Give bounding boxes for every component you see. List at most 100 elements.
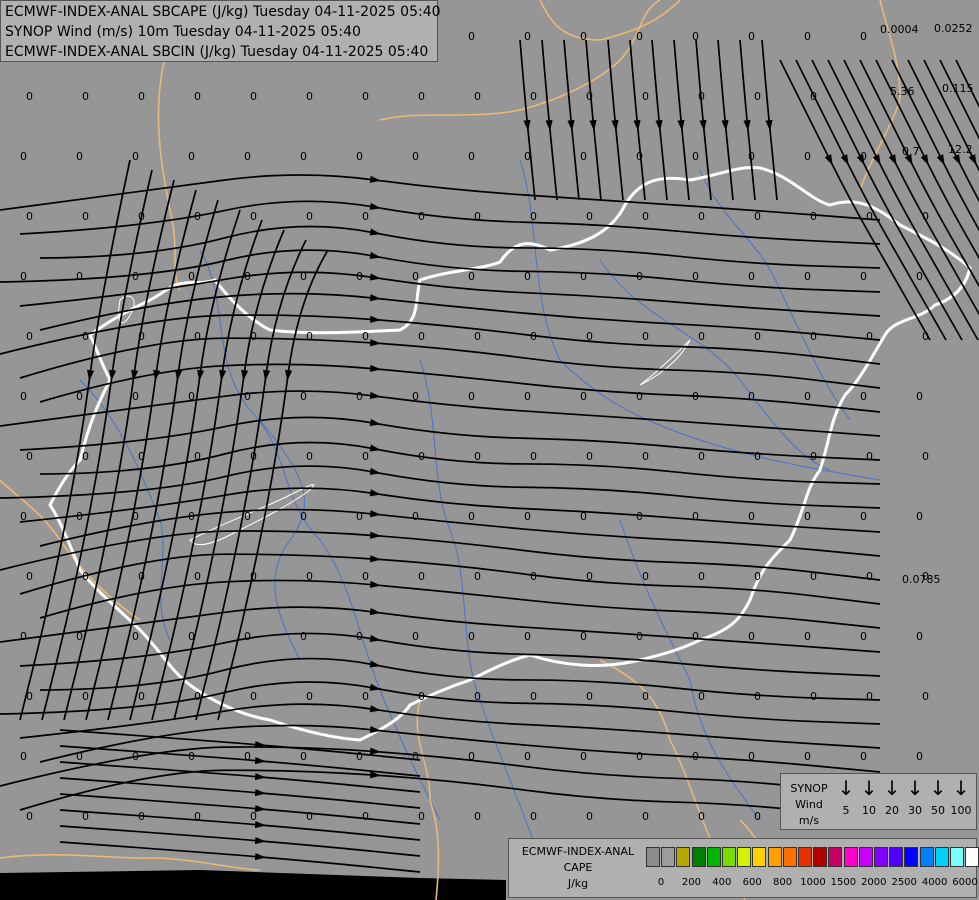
station-value-label: 0 [692,630,699,643]
station-value-label: 0 [692,30,699,43]
station-value-label: 0 [244,150,251,163]
station-value-label: 0 [698,90,705,103]
station-value-label: 0 [748,150,755,163]
station-value-label: 0 [810,450,817,463]
station-value-label: 0 [642,810,649,823]
station-value-label: 0 [810,570,817,583]
station-value-label: 0 [922,210,929,223]
station-value-label: 0 [866,330,873,343]
station-value-label: 0 [244,750,251,763]
station-value-label: 0 [138,690,145,703]
station-value-label: 0 [642,210,649,223]
station-value-label: 0 [642,570,649,583]
station-value-label: 0 [530,810,537,823]
station-value-label: 0 [580,750,587,763]
synop-wind-legend: SYNOP Wind m/s ↓ ↓ ↓ ↓ ↓ ↓ 5 10 20 30 50… [780,773,977,830]
station-value-label: 0 [698,210,705,223]
station-value-label: 0 [860,30,867,43]
station-value-label: 0 [356,750,363,763]
cape-color-swatch [919,847,934,867]
station-value-label: 0 [580,630,587,643]
station-value-label: 0 [300,510,307,523]
station-value-label: 0 [474,90,481,103]
station-value-label: 0 [748,30,755,43]
cape-color-swatch [737,847,752,867]
station-value-label: 0 [138,210,145,223]
station-value-label: 0 [754,570,761,583]
station-value-label: 0 [306,690,313,703]
station-value-label: 0 [692,390,699,403]
station-value-label: 0 [636,390,643,403]
station-value-label: 0 [530,450,537,463]
station-value-label: 0 [642,690,649,703]
station-value-label: 0 [524,390,531,403]
station-value-label: 0 [810,690,817,703]
wind-arrow-icon: ↓ [860,776,878,800]
wind-speed-label: 100 [950,804,972,817]
station-value-label: 0 [468,630,475,643]
wind-speed-label: 10 [862,804,876,817]
station-value-label: 0 [530,690,537,703]
station-value-label: 0 [306,570,313,583]
station-value-label: 0 [810,210,817,223]
station-value-label: 0 [916,270,923,283]
station-value-label: 0 [642,330,649,343]
map-background [0,0,979,900]
station-value-label: 0 [748,630,755,643]
station-value-label: 0 [754,810,761,823]
map-canvas: 0 0 0 0 0 0 0 0 0 0 0 0 0 0 0 0 0 0 0 0 0 0 0 0 0 0 0 0 0 0 0 0 0 0 0 0 0 0 0 0… [0,0,979,900]
station-value-label: 0 [860,270,867,283]
cape-color-swatch [904,847,919,867]
station-value-label: 0 [82,450,89,463]
wind-arrow-icon: ↓ [929,776,947,800]
station-value-label: 0 [76,750,83,763]
cape-color-swatch [858,847,873,867]
station-value-label: 0 [754,690,761,703]
station-value-label: 0 [804,390,811,403]
station-value-label: 0 [804,510,811,523]
station-value-label: 0 [860,510,867,523]
station-value-label: 0 [26,90,33,103]
title-line-cin: ECMWF-INDEX-ANAL SBCIN (J/kg) Tuesday 04… [5,44,429,60]
station-value-label: 0 [26,330,33,343]
station-value-label: 0 [530,570,537,583]
station-value-label: 0 [524,630,531,643]
cape-tick-label: 800 [773,877,793,888]
station-value-label: 0 [530,210,537,223]
station-value-label: 0 [586,450,593,463]
cape-color-swatch [676,847,691,867]
cape-color-swatch [798,847,812,867]
station-value-label: 0 [306,450,313,463]
station-value-label: 0 [82,690,89,703]
station-value-label: 0 [468,150,475,163]
station-value-label: 0 [860,750,867,763]
station-value-label: 0 [138,330,145,343]
cape-color-swatch [874,847,888,867]
station-value-label: 0 [306,90,313,103]
station-value-label: 0 [20,270,27,283]
cape-color-swatch [782,847,797,867]
cape-legend-unit: J/kg [567,877,589,890]
station-value-label: 0 [356,150,363,163]
cape-value-label: 5.36 [890,85,915,98]
station-value-label: 0 [82,570,89,583]
station-value-label: 0 [76,150,83,163]
station-value-label: 0 [754,330,761,343]
station-value-label: 0 [26,810,33,823]
station-value-label: 0 [524,510,531,523]
station-value-label: 0 [692,750,699,763]
cape-value-label: 0.115 [942,82,974,95]
cape-tick-label: 6000 [952,877,978,888]
cape-tick-label: 2000 [861,877,887,888]
station-value-label: 0 [916,750,923,763]
station-value-label: 0 [474,330,481,343]
cape-tick-label: 400 [712,877,732,888]
station-value-label: 0 [468,30,475,43]
station-value-label: 0 [586,90,593,103]
station-value-label: 0 [468,390,475,403]
station-value-label: 0 [244,510,251,523]
station-value-label: 0 [586,690,593,703]
station-value-label: 0 [132,270,139,283]
wind-speed-label: 50 [931,804,945,817]
station-value-label: 0 [76,270,83,283]
